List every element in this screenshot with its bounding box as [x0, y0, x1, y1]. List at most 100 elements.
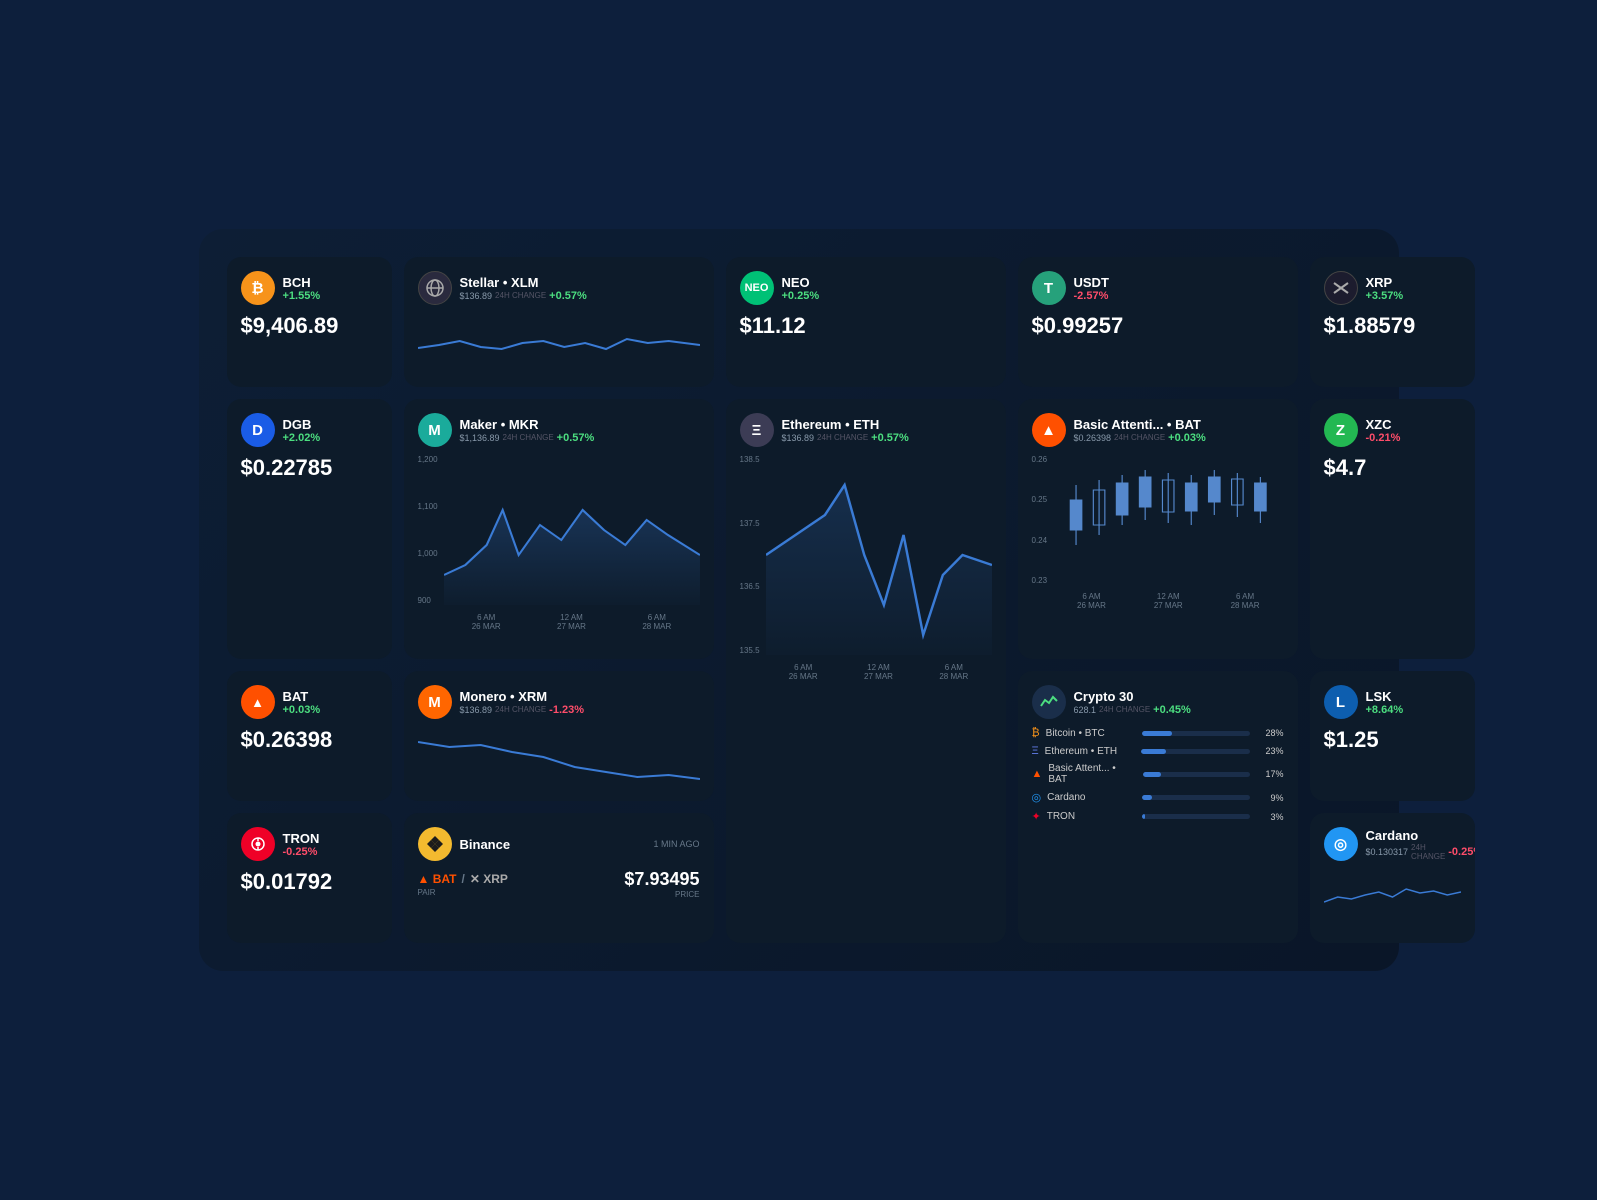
crypto30-value: 628.1 [1074, 705, 1097, 715]
crypto30-name: Crypto 30 [1074, 689, 1191, 704]
crypto30-icon [1032, 685, 1066, 719]
xrp-icon [1324, 271, 1358, 305]
bat2-card: ▲ BAT +0.03% $0.26398 [227, 671, 392, 801]
crypto30-eth: Ξ Ethereum • ETH 23% [1032, 745, 1284, 757]
monero-name: Monero • XRM [460, 689, 585, 704]
cardano-change: -0.25% [1448, 846, 1474, 858]
monero-icon: M [418, 685, 452, 719]
binance2-time: 1 MIN AGO [653, 839, 699, 849]
usdt-icon: T [1032, 271, 1066, 305]
neo-card: NEO NEO +0.25% $11.12 [726, 257, 1006, 387]
usdt-change: -2.57% [1074, 290, 1109, 302]
stellar-name: Stellar • XLM [460, 275, 587, 290]
stellar-icon [418, 271, 452, 305]
bch-price: $9,406.89 [241, 313, 378, 339]
main-grid: ₿ BCH +1.55% $9,406.89 Stellar • XLM $13… [227, 257, 1371, 943]
binance2-price-label: PRICE [624, 890, 699, 899]
eth-name: Ethereum • ETH [782, 417, 909, 432]
xzc-price: $4.7 [1324, 455, 1461, 481]
monero-card: M Monero • XRM $136.89 24H CHANGE -1.23% [404, 671, 714, 801]
monero-chart [418, 727, 700, 782]
lsk-price: $1.25 [1324, 727, 1461, 753]
bat-chart-area: 0.260.250.240.23 [1032, 455, 1284, 610]
tron-icon [241, 827, 275, 861]
dgb-icon: D [241, 413, 275, 447]
eth-card: Ξ Ethereum • ETH $136.89 24H CHANGE +0.5… [726, 399, 1006, 943]
binance2-pair-label: PAIR [418, 888, 508, 897]
bat-card: ▲ Basic Attenti... • BAT $0.26398 24H CH… [1018, 399, 1298, 659]
bat2-name: BAT [283, 689, 321, 704]
lsk-change: +8.64% [1366, 704, 1404, 716]
xzc-change: -0.21% [1366, 432, 1401, 444]
lsk-name: LSK [1366, 689, 1404, 704]
cardano-price: $0.130317 [1366, 847, 1409, 857]
eth-chart [766, 455, 992, 655]
xzc-icon: Z [1324, 413, 1358, 447]
maker-24h: 24H CHANGE [503, 433, 554, 442]
lsk-card: L LSK +8.64% $1.25 [1310, 671, 1475, 801]
neo-price: $11.12 [740, 313, 992, 339]
crypto30-change: +0.45% [1153, 704, 1191, 716]
crypto30-trx: ✦ TRON 3% [1032, 810, 1284, 823]
bch-icon: ₿ [241, 271, 275, 305]
stellar-chart [418, 313, 700, 368]
xrp-price: $1.88579 [1324, 313, 1461, 339]
maker-card: M Maker • MKR $1,136.89 24H CHANGE +0.57… [404, 399, 714, 659]
xrp-name: XRP [1366, 275, 1404, 290]
monero-24h: 24H CHANGE [495, 705, 546, 714]
neo-change: +0.25% [782, 290, 820, 302]
crypto30-bat: ▲ Basic Attent... • BAT 17% [1032, 763, 1284, 785]
usdt-price: $0.99257 [1032, 313, 1284, 339]
cardano-chart [1324, 867, 1461, 912]
maker-chart-area: 1,2001,1001,000900 6 AM26 MAR 12 AM27 M [418, 455, 700, 631]
bat-candle-chart [1053, 455, 1283, 585]
stellar-price: $136.89 [460, 291, 493, 301]
stellar-card: Stellar • XLM $136.89 24H CHANGE +0.57% [404, 257, 714, 387]
bat-price: $0.26398 [1074, 433, 1112, 443]
bat2-change: +0.03% [283, 704, 321, 716]
maker-icon: M [418, 413, 452, 447]
app-wrapper: ₿ BCH +1.55% $9,406.89 Stellar • XLM $13… [199, 229, 1399, 971]
tron-change: -0.25% [283, 846, 320, 858]
tron-price: $0.01792 [241, 869, 378, 895]
bch-name: BCH [283, 275, 321, 290]
tron-name: TRON [283, 831, 320, 846]
bch-change: +1.55% [283, 290, 321, 302]
crypto30-ada: ◎ Cardano 9% [1032, 791, 1284, 804]
eth-24h: 24H CHANGE [817, 433, 868, 442]
stellar-24h: 24H CHANGE [495, 291, 546, 300]
binance2-icon [418, 827, 452, 861]
binance2-price: $7.93495 [624, 869, 699, 890]
bat-change: +0.03% [1168, 432, 1206, 444]
tron-card: TRON -0.25% $0.01792 [227, 813, 392, 943]
bch-card: ₿ BCH +1.55% $9,406.89 [227, 257, 392, 387]
cardano-24h: 24H CHANGE [1411, 843, 1445, 861]
binance2-pair: ▲ BAT / ✕ XRP [418, 872, 508, 886]
bat-icon: ▲ [1032, 413, 1066, 447]
cardano-icon: ◎ [1324, 827, 1358, 861]
crypto30-btc: ₿ Bitcoin • BTC 28% [1032, 727, 1284, 739]
dgb-change: +2.02% [283, 432, 321, 444]
maker-chart [444, 455, 700, 605]
usdt-name: USDT [1074, 275, 1109, 290]
neo-name: NEO [782, 275, 820, 290]
crypto30-24h: 24H CHANGE [1099, 705, 1150, 714]
eth-price: $136.89 [782, 433, 815, 443]
binance2-name: Binance [460, 837, 511, 852]
usdt-card: T USDT -2.57% $0.99257 [1018, 257, 1298, 387]
maker-change: +0.57% [557, 432, 595, 444]
bat-name: Basic Attenti... • BAT [1074, 417, 1206, 432]
maker-name: Maker • MKR [460, 417, 595, 432]
binance2-card: Binance 1 MIN AGO ▲ BAT / ✕ XRP PAIR $7.… [404, 813, 714, 943]
dgb-name: DGB [283, 417, 321, 432]
cardano-name: Cardano [1366, 828, 1475, 843]
xzc-card: Z XZC -0.21% $4.7 [1310, 399, 1475, 659]
cardano-card: ◎ Cardano $0.130317 24H CHANGE -0.25% [1310, 813, 1475, 943]
lsk-icon: L [1324, 685, 1358, 719]
xzc-name: XZC [1366, 417, 1401, 432]
eth-icon: Ξ [740, 413, 774, 447]
maker-price: $1,136.89 [460, 433, 500, 443]
stellar-change: +0.57% [549, 290, 587, 302]
eth-change: +0.57% [871, 432, 909, 444]
dgb-price: $0.22785 [241, 455, 378, 481]
